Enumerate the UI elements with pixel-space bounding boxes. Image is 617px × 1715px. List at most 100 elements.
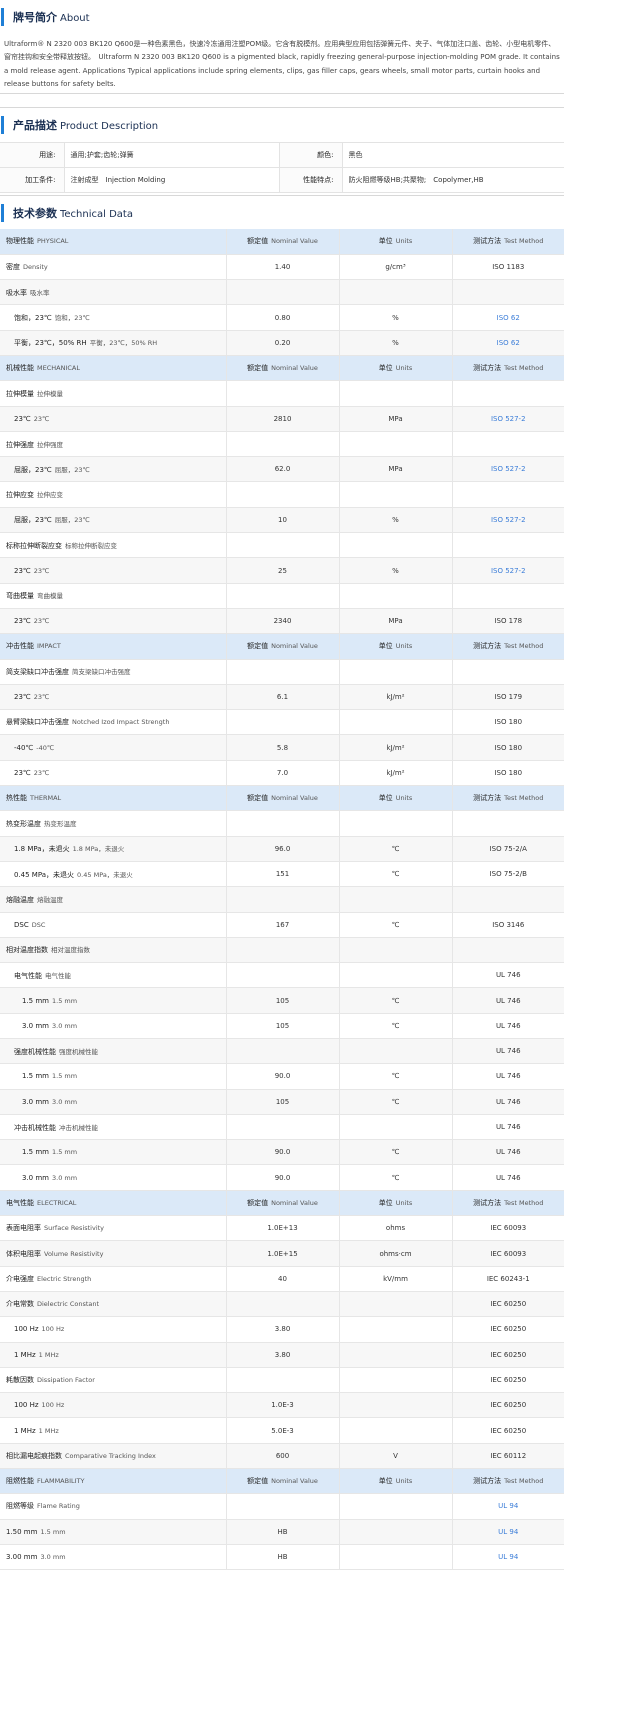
test-method-link[interactable]: UL 94 (452, 1493, 564, 1520)
property-name-en: Surface Resistivity (44, 1224, 105, 1233)
property-row: 100 Hz 100 Hz 3.80 IEC 60250 (0, 1316, 564, 1343)
property-name-en: 电气性能 (45, 971, 71, 980)
property-value: 25 (226, 557, 340, 584)
property-name-zh: 拉伸模量 (6, 389, 34, 398)
property-name-en: Comparative Tracking Index (65, 1451, 156, 1460)
property-name: 拉伸强度 拉伸强度 (0, 431, 227, 458)
test-method-link[interactable]: ISO 527-2 (452, 557, 564, 584)
property-value: 105 (226, 1089, 340, 1115)
property-value: 10 (226, 507, 340, 534)
property-unit (339, 810, 453, 837)
property-name-zh: 电气性能 (14, 971, 42, 980)
test-method-link[interactable]: ISO 527-2 (452, 456, 564, 483)
property-name: 23℃ 23℃ (0, 557, 227, 584)
property-unit (339, 1392, 453, 1419)
property-name-en: Volume Resistivity (44, 1249, 104, 1258)
property-row: 拉伸强度 拉伸强度 (0, 431, 564, 458)
property-unit: ℃ (339, 836, 453, 862)
test-method-link[interactable]: UL 94 (452, 1519, 564, 1545)
property-value: 3.80 (226, 1342, 340, 1368)
property-value (226, 709, 340, 736)
nominal-value-header: 额定值 Nominal Value (226, 229, 340, 255)
test-method-link: ISO 1183 (452, 254, 564, 281)
units-header-en: Units (395, 794, 413, 803)
technical-table: 物理性能 PHYSICAL 额定值 Nominal Value 单位 Units 测试方法 T… (0, 229, 564, 1571)
test-method-link[interactable]: ISO 527-2 (452, 406, 564, 432)
units-header-en: Units (395, 237, 413, 246)
property-name-zh: 23℃ (14, 768, 31, 777)
property-name: 电气性能 电气性能 (0, 962, 227, 989)
about-text: Ultraform® N 2320 003 BK120 Q600是一种色素黑色，… (4, 40, 560, 88)
property-name-en: 熔融温度 (37, 895, 63, 904)
test-method-header-en: Test Method (504, 642, 544, 651)
property-row: 热变形温度 热变形温度 (0, 810, 564, 837)
test-method-link: ISO 75-2/B (452, 861, 564, 888)
property-unit: kJ/m² (339, 734, 453, 761)
nominal-value-header-en: Nominal Value (271, 642, 318, 651)
property-name-zh: 1.5 mm (22, 1072, 49, 1081)
nominal-value-header-zh: 额定值 (247, 642, 269, 651)
property-row: 阻燃等级 Flame Rating UL 94 (0, 1493, 564, 1520)
test-method-header-en: Test Method (504, 1198, 544, 1207)
test-method-link (452, 279, 564, 306)
property-value (226, 659, 340, 685)
nominal-value-header-en: Nominal Value (271, 237, 318, 246)
description-label: 性能特点: (279, 167, 343, 193)
property-unit (339, 937, 453, 964)
property-value (226, 810, 340, 837)
property-unit (339, 481, 453, 508)
property-row: 饱和，23℃ 饱和，23℃ 0.80% ISO 62 (0, 304, 564, 331)
units-header-zh: 单位 (378, 364, 393, 373)
test-method-link: IEC 60093 (452, 1215, 564, 1242)
nominal-value-header-zh: 额定值 (247, 364, 269, 373)
property-unit: ℃ (339, 1139, 453, 1166)
test-method-link[interactable]: UL 94 (452, 1544, 564, 1571)
about-title: 牌号简介 About (13, 11, 90, 24)
property-name-en: 热变形温度 (44, 819, 77, 828)
test-method-link: ISO 178 (452, 608, 564, 635)
property-row: 23℃ 23℃ 2810 MPa ISO 527-2 (0, 406, 564, 432)
property-unit: V (339, 1443, 453, 1470)
property-name: 饱和，23℃ 饱和，23℃ (0, 304, 227, 331)
property-unit: g/cm³ (339, 254, 453, 281)
property-name-en: 1 MHz (38, 1426, 59, 1435)
property-name: 0.45 MPa，未退火 0.45 MPa，未退火 (0, 861, 227, 888)
property-unit (339, 1038, 453, 1065)
property-value: HB (226, 1519, 340, 1545)
category-name: 热性能 THERMAL (0, 785, 227, 812)
property-value (226, 380, 340, 407)
test-method-link: UL 746 (452, 987, 564, 1014)
property-value: 40 (226, 1266, 340, 1292)
property-name: 屈服，23℃ 屈服，23℃ (0, 456, 227, 483)
property-value (226, 1493, 340, 1520)
test-method-link (452, 431, 564, 458)
test-method-link[interactable]: ISO 527-2 (452, 507, 564, 534)
property-name: 表面电阻率 Surface Resistivity (0, 1215, 227, 1242)
test-method-link (452, 937, 564, 964)
property-name: 体积电阻率 Volume Resistivity (0, 1240, 227, 1267)
property-name-en: Electric Strength (37, 1274, 92, 1283)
property-unit (339, 583, 453, 609)
property-value: 62.0 (226, 456, 340, 483)
property-name-en: 100 Hz (41, 1401, 65, 1410)
property-name-zh: 1.5 mm (22, 996, 49, 1005)
test-method-link[interactable]: ISO 62 (452, 304, 564, 331)
test-method-header-en: Test Method (504, 1477, 544, 1486)
property-name: 23℃ 23℃ (0, 406, 227, 432)
description-row: 用途: 通用;护套;齿轮;弹簧 颜色: 黑色 (0, 142, 564, 168)
property-name: 耗散因数 Dissipation Factor (0, 1367, 227, 1394)
property-unit: kJ/m² (339, 760, 453, 787)
test-method-link: UL 746 (452, 962, 564, 989)
property-name: 介电常数 Dielectric Constant (0, 1291, 227, 1318)
test-method-link (452, 810, 564, 837)
test-method-link: IEC 60250 (452, 1342, 564, 1368)
property-name-en: DSC (31, 920, 46, 929)
property-name-en: 相对温度指数 (51, 946, 90, 955)
category-name-en: THERMAL (30, 794, 62, 803)
property-name-zh: 强度机械性能 (14, 1047, 56, 1056)
test-method-link[interactable]: ISO 62 (452, 330, 564, 356)
property-value: 90.0 (226, 1164, 340, 1191)
category-header-row: 物理性能 PHYSICAL 额定值 Nominal Value 单位 Units 测试方法 T… (0, 229, 564, 255)
description-value: 通用;护套;齿轮;弹簧 (64, 142, 280, 168)
property-name: 1.5 mm 1.5 mm (0, 1063, 227, 1090)
